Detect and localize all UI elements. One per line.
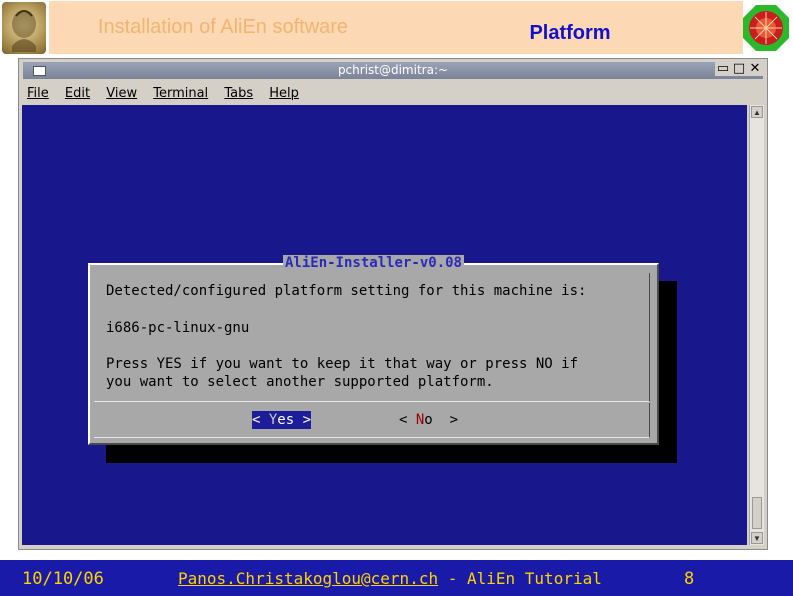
window-titlebar[interactable]: pchrist@dimitra:~ ▭ □ ✕ <box>23 61 763 79</box>
yes-button[interactable]: < Yes > <box>252 411 312 429</box>
dialog-message-line: Detected/configured platform setting for… <box>106 283 587 299</box>
dialog-message-line: you want to select another supported pla… <box>106 374 494 390</box>
terminal-screen[interactable]: AliEn-Installer-v0.08 Detected/configure… <box>22 105 747 545</box>
close-icon[interactable]: ✕ <box>747 61 763 76</box>
dialog-message-area: Detected/configured platform setting for… <box>94 273 650 402</box>
dialog-message-line: Press YES if you want to keep it that wa… <box>106 356 579 372</box>
page-number: 8 <box>684 569 695 589</box>
menu-view[interactable]: View <box>106 86 137 101</box>
slide-title: Platform <box>397 1 743 54</box>
crest-logo-icon <box>2 2 46 54</box>
menubar: File Edit View Terminal Tabs Help <box>27 86 311 104</box>
no-button[interactable]: < No > <box>399 411 458 429</box>
slide-footer: 10/10/06 Panos.Christakoglou@cern.ch - A… <box>0 560 793 596</box>
alice-logo-icon <box>741 3 791 55</box>
slide-section-title: Installation of AliEn software <box>49 1 397 54</box>
author-email-link[interactable]: Panos.Christakoglou@cern.ch <box>178 569 438 588</box>
menu-help[interactable]: Help <box>269 86 299 101</box>
window-title: pchrist@dimitra:~ <box>337 63 449 77</box>
dialog-title: AliEn-Installer-v0.08 <box>282 255 464 271</box>
installer-dialog: AliEn-Installer-v0.08 Detected/configure… <box>88 255 659 445</box>
terminal-window: pchrist@dimitra:~ ▭ □ ✕ File Edit View Ter… <box>18 58 768 550</box>
vertical-scrollbar[interactable]: ▲ ▼ <box>749 105 764 545</box>
footer-date: 10/10/06 <box>22 569 104 589</box>
maximize-icon[interactable]: □ <box>731 61 747 76</box>
menu-file[interactable]: File <box>27 86 49 101</box>
menu-tabs[interactable]: Tabs <box>224 86 253 101</box>
menu-terminal[interactable]: Terminal <box>153 86 208 101</box>
footer-author: Panos.Christakoglou@cern.ch - AliEn Tuto… <box>178 569 602 588</box>
menu-edit[interactable]: Edit <box>65 86 90 101</box>
scroll-thumb[interactable] <box>752 497 762 529</box>
footer-tutorial-label: - AliEn Tutorial <box>438 569 602 588</box>
window-controls: ▭ □ ✕ <box>715 61 763 76</box>
platform-value: i686-pc-linux-gnu <box>106 320 250 336</box>
slide-header: Installation of AliEn software Platform <box>0 0 793 57</box>
scroll-down-icon[interactable]: ▼ <box>751 532 763 544</box>
scroll-up-icon[interactable]: ▲ <box>751 106 763 118</box>
dialog-button-row: < Yes > < No > <box>94 403 650 438</box>
minimize-icon[interactable]: ▭ <box>715 61 731 76</box>
